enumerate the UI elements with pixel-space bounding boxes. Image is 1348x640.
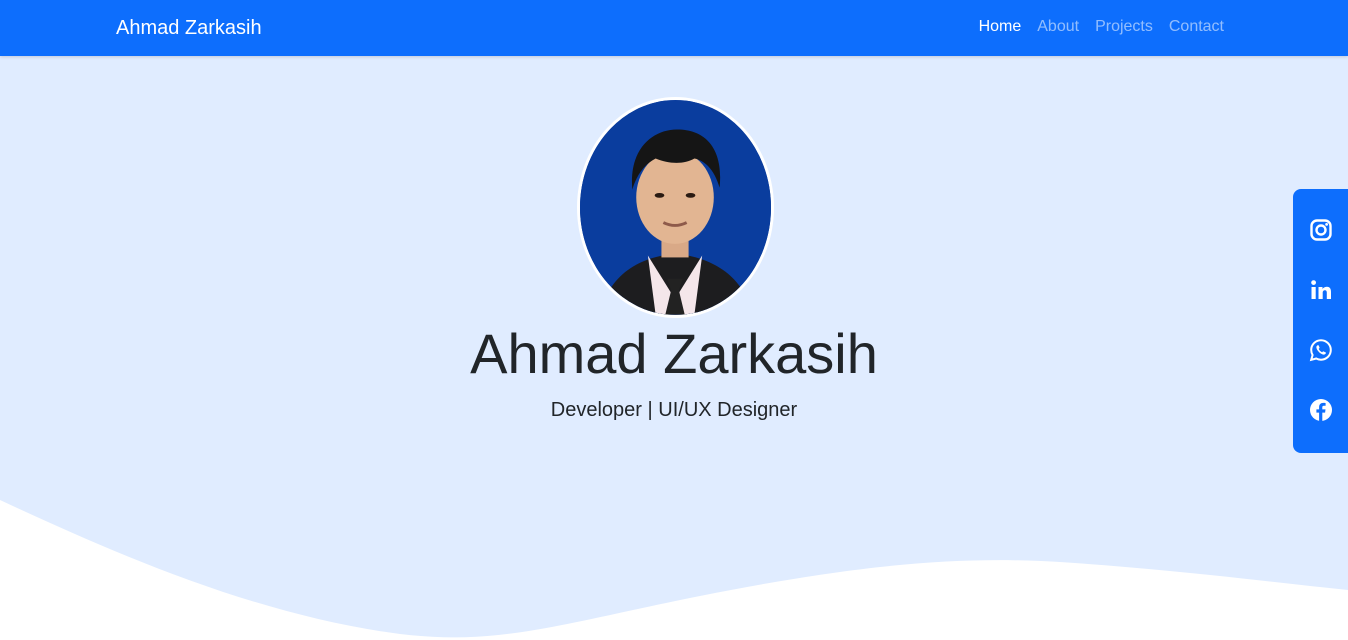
nav-link-projects[interactable]: Projects <box>1095 17 1153 37</box>
facebook-icon[interactable] <box>1309 398 1333 422</box>
linkedin-icon[interactable] <box>1309 278 1333 302</box>
hero-name: Ahmad Zarkasih <box>470 322 878 385</box>
hero-role: Developer | UI/UX Designer <box>550 399 798 421</box>
profile-photo-icon <box>580 100 771 315</box>
hero-section: Ahmad Zarkasih Developer | UI/UX Designe… <box>0 56 1348 640</box>
social-sidebar <box>1293 189 1348 453</box>
navbar: Ahmad Zarkasih Home About Projects Conta… <box>0 0 1348 56</box>
profile-photo <box>577 97 774 318</box>
instagram-icon[interactable] <box>1309 218 1333 242</box>
nav-link-about[interactable]: About <box>1037 17 1079 37</box>
nav-links: Home About Projects Contact <box>979 17 1224 37</box>
nav-link-contact[interactable]: Contact <box>1169 17 1224 37</box>
whatsapp-icon[interactable] <box>1309 338 1333 362</box>
navbar-brand[interactable]: Ahmad Zarkasih <box>116 15 262 41</box>
nav-link-home[interactable]: Home <box>979 17 1022 37</box>
